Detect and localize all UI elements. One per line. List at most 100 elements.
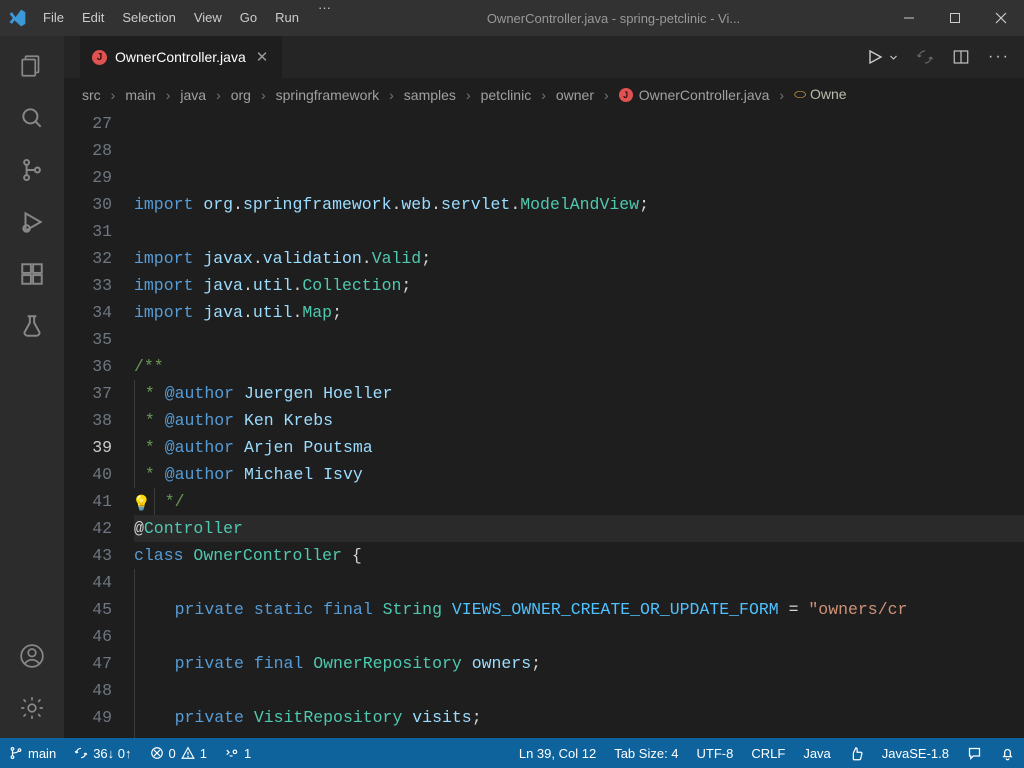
code-line[interactable] — [134, 326, 1024, 353]
editor-actions: ··· — [867, 36, 1024, 78]
menu-view[interactable]: View — [185, 0, 231, 36]
status-sync[interactable]: 36↓ 0↑ — [65, 738, 140, 768]
menu-run[interactable]: Run — [266, 0, 308, 36]
line-number: 39 — [64, 434, 112, 461]
status-tab-size[interactable]: Tab Size: 4 — [605, 738, 687, 768]
breadcrumb-item[interactable]: owner — [556, 87, 594, 103]
tab-close-icon[interactable]: ✕ — [254, 48, 271, 66]
line-number: 36 — [64, 353, 112, 380]
breadcrumb-file[interactable]: JOwnerController.java — [619, 87, 770, 103]
code-line[interactable] — [134, 677, 1024, 704]
window-controls — [886, 0, 1024, 36]
breadcrumbs[interactable]: src› main› java› org› springframework› s… — [64, 78, 1024, 110]
diff-changes-icon[interactable] — [916, 48, 934, 66]
code-line[interactable]: * @author Michael Isvy — [134, 461, 1024, 488]
line-number-gutter: 2728293031323334353637383940414243444546… — [64, 110, 134, 738]
line-number: 43 — [64, 542, 112, 569]
code-line[interactable]: * @author Juergen Hoeller — [134, 380, 1024, 407]
more-actions-icon[interactable]: ··· — [988, 48, 1010, 66]
tabs-row: OwnerController.java ✕ ··· — [64, 36, 1024, 78]
code-line[interactable] — [134, 218, 1024, 245]
activity-search-icon[interactable] — [0, 92, 64, 144]
status-language[interactable]: Java — [794, 738, 839, 768]
status-cursor-position[interactable]: Ln 39, Col 12 — [510, 738, 605, 768]
status-java-runtime[interactable]: JavaSE-1.8 — [873, 738, 958, 768]
breadcrumb-item[interactable]: main — [125, 87, 155, 103]
line-number: 35 — [64, 326, 112, 353]
status-eol[interactable]: CRLF — [742, 738, 794, 768]
line-number: 32 — [64, 245, 112, 272]
code-line[interactable]: * @author Ken Krebs — [134, 407, 1024, 434]
line-number: 31 — [64, 218, 112, 245]
vscode-logo-icon — [0, 0, 34, 36]
window-minimize-icon[interactable] — [886, 0, 932, 36]
breadcrumb-item[interactable]: samples — [404, 87, 456, 103]
run-button[interactable] — [867, 49, 898, 65]
tab-ownercontroller[interactable]: OwnerController.java ✕ — [80, 36, 283, 78]
line-number: 48 — [64, 677, 112, 704]
menu-selection[interactable]: Selection — [113, 0, 184, 36]
code-line[interactable]: import java.util.Map; — [134, 299, 1024, 326]
class-symbol-icon: ⬭ — [794, 86, 806, 102]
code-line[interactable]: 💡 */ — [134, 488, 1024, 515]
menu-bar: File Edit Selection View Go Run ··· — [34, 0, 341, 36]
line-number: 46 — [64, 623, 112, 650]
status-thumbsup-icon[interactable] — [840, 738, 873, 768]
window-close-icon[interactable] — [978, 0, 1024, 36]
code-line[interactable]: private final OwnerRepository owners; — [134, 650, 1024, 677]
code-line[interactable] — [134, 623, 1024, 650]
activity-explorer-icon[interactable] — [0, 40, 64, 92]
status-notifications-icon[interactable] — [991, 738, 1024, 768]
status-encoding[interactable]: UTF-8 — [688, 738, 743, 768]
status-branch[interactable]: main — [0, 738, 65, 768]
code-line[interactable]: class OwnerController { — [134, 542, 1024, 569]
activity-source-control-icon[interactable] — [0, 144, 64, 196]
line-number: 38 — [64, 407, 112, 434]
code-line[interactable] — [134, 569, 1024, 596]
menu-file[interactable]: File — [34, 0, 73, 36]
line-number: 42 — [64, 515, 112, 542]
status-feedback-icon[interactable] — [958, 738, 991, 768]
menu-go[interactable]: Go — [231, 0, 266, 36]
line-number: 29 — [64, 164, 112, 191]
breadcrumb-item[interactable]: java — [180, 87, 206, 103]
code-line[interactable]: private static final String VIEWS_OWNER_… — [134, 596, 1024, 623]
statusbar: main 36↓ 0↑ 0 1 1 Ln 39, Col 12 Tab Size… — [0, 738, 1024, 768]
code-line[interactable]: /** — [134, 353, 1024, 380]
breadcrumb-item[interactable]: org — [231, 87, 251, 103]
status-problems[interactable]: 0 1 — [141, 738, 216, 768]
code-line[interactable]: import org.springframework.web.servlet.M… — [134, 191, 1024, 218]
line-number: 34 — [64, 299, 112, 326]
code-line[interactable]: * @author Arjen Poutsma — [134, 434, 1024, 461]
activity-accounts-icon[interactable] — [0, 630, 64, 682]
titlebar: File Edit Selection View Go Run ··· Owne… — [0, 0, 1024, 36]
line-number: 28 — [64, 137, 112, 164]
split-editor-icon[interactable] — [952, 48, 970, 66]
code-line[interactable]: import java.util.Collection; — [134, 272, 1024, 299]
line-number: 44 — [64, 569, 112, 596]
editor[interactable]: 2728293031323334353637383940414243444546… — [64, 110, 1024, 738]
activity-run-debug-icon[interactable] — [0, 196, 64, 248]
chevron-down-icon — [889, 53, 898, 62]
lightbulb-icon[interactable]: 💡 — [134, 491, 151, 518]
line-number: 30 — [64, 191, 112, 218]
breadcrumb-item[interactable]: src — [82, 87, 101, 103]
breadcrumb-item[interactable]: petclinic — [481, 87, 532, 103]
code-content[interactable]: import org.springframework.web.servlet.M… — [134, 110, 1024, 738]
code-line[interactable]: private VisitRepository visits; — [134, 704, 1024, 731]
menu-edit[interactable]: Edit — [73, 0, 113, 36]
activitybar — [0, 36, 64, 738]
activity-settings-icon[interactable] — [0, 682, 64, 734]
activity-extensions-icon[interactable] — [0, 248, 64, 300]
code-line[interactable]: import javax.validation.Valid; — [134, 245, 1024, 272]
breadcrumb-symbol[interactable]: ⬭ Owne — [794, 86, 846, 103]
code-line[interactable]: @Controller — [134, 515, 1024, 542]
menu-overflow-icon[interactable]: ··· — [308, 0, 341, 36]
breadcrumb-item[interactable]: springframework — [276, 87, 379, 103]
window-maximize-icon[interactable] — [932, 0, 978, 36]
line-number: 40 — [64, 461, 112, 488]
status-debug[interactable]: 1 — [216, 738, 260, 768]
code-line[interactable] — [134, 731, 1024, 738]
line-number: 45 — [64, 596, 112, 623]
activity-testing-icon[interactable] — [0, 300, 64, 352]
